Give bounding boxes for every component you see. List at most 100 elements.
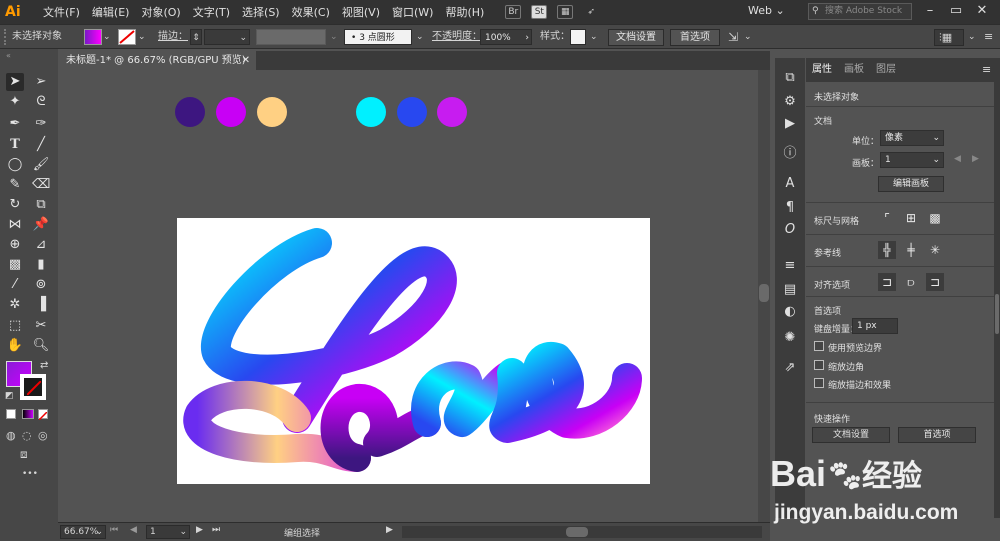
keyboard-increment-input[interactable]: 1 px [852, 318, 898, 334]
scroll-thumb[interactable] [759, 284, 769, 302]
hand-tool-icon[interactable]: ✋ [6, 337, 24, 355]
menu-view[interactable]: 视图(V) [336, 4, 386, 20]
shaper-tool-icon[interactable]: ✎ [6, 176, 24, 194]
snap-to-grid-icon[interactable]: ⫐ [902, 273, 920, 291]
opacity-input[interactable]: 100% › [480, 29, 532, 45]
workspace-switcher[interactable]: Web ⌄ [748, 4, 796, 20]
horizontal-scrollbar[interactable] [402, 526, 762, 538]
eyedropper-tool-icon[interactable]: ⁄ [6, 276, 24, 294]
stock-search-input[interactable]: ⚲ 搜索 Adobe Stock [808, 3, 912, 20]
menu-edit[interactable]: 编辑(E) [86, 4, 136, 20]
none-mode-icon[interactable] [38, 409, 48, 421]
lock-guides-icon[interactable]: ╪ [902, 241, 920, 259]
export-icon[interactable]: ⇗ [782, 360, 798, 376]
direct-selection-tool-icon[interactable]: ➢ [32, 73, 50, 91]
transparency-icon[interactable]: ◐ [782, 304, 798, 320]
perspective-grid-tool-icon[interactable]: ⊿ [32, 236, 50, 254]
color-mode-icon[interactable] [6, 409, 16, 419]
menu-type[interactable]: 文字(T) [187, 4, 236, 20]
menu-window[interactable]: 窗口(W) [386, 4, 439, 20]
artboard[interactable] [177, 218, 650, 484]
brush-definition[interactable]: • 3 点圆形 [344, 29, 412, 45]
column-graph-tool-icon[interactable]: ▐ [32, 296, 50, 314]
units-select[interactable]: 像素 ⌄ [880, 130, 944, 146]
fill-swatch[interactable] [84, 29, 102, 45]
collapse-arrows-icon[interactable]: « [0, 51, 58, 63]
snap-to-pixel-icon[interactable]: ⊐ [926, 273, 944, 291]
chevron-down-icon[interactable]: ⌄ [968, 29, 976, 45]
bridge-icon[interactable]: Br [505, 5, 522, 19]
grid-icon[interactable]: ⊞ [902, 209, 920, 227]
ellipse-tool-icon[interactable]: ◯ [6, 156, 24, 174]
selection-tool-icon[interactable]: ➤ [6, 73, 24, 91]
tab-properties[interactable]: 属性 [812, 58, 832, 82]
snap-to-point-icon[interactable]: ⊐ [878, 273, 896, 291]
arrange-documents-icon[interactable]: ▦ [557, 5, 574, 19]
zoom-tool-icon[interactable]: 🔍︎ [32, 337, 50, 355]
pen-tool-icon[interactable]: ✒ [6, 115, 24, 133]
last-artboard-icon[interactable]: ⏭ [212, 525, 220, 535]
symbol-sprayer-tool-icon[interactable]: ✲ [6, 296, 24, 314]
more-tools-icon[interactable]: ••• [22, 469, 38, 479]
menu-file[interactable]: 文件(F) [37, 4, 86, 20]
artboard-select[interactable]: 1 ⌄ [880, 152, 944, 168]
align-options-icon[interactable]: ⇲ [728, 29, 738, 45]
document-tab[interactable]: 未标题-1* @ 66.67% (RGB/GPU 预览) ✕ [58, 51, 256, 70]
chevron-down-icon[interactable]: ⌄ [103, 29, 111, 45]
next-artboard-icon[interactable]: ▶ [972, 154, 979, 164]
zoom-level-input[interactable]: 66.67% ⌄ [60, 525, 106, 539]
chevron-down-icon[interactable]: ⌄ [744, 29, 752, 45]
appearance-icon[interactable]: ✺ [782, 330, 798, 346]
mesh-tool-icon[interactable]: ▩ [6, 256, 24, 274]
info-icon[interactable]: ⓘ [782, 146, 798, 162]
draw-inside-icon[interactable]: ◎ [38, 429, 48, 442]
quick-document-setup-button[interactable]: 文档设置 [812, 427, 890, 443]
transform-icon[interactable]: ⧉ [782, 70, 798, 86]
stroke-color-box[interactable] [20, 374, 46, 400]
gradient-mode-icon[interactable] [22, 409, 34, 419]
variable-width-profile[interactable] [256, 29, 326, 45]
magic-wand-tool-icon[interactable]: ✦ [6, 93, 24, 111]
stroke-label[interactable]: 描边： [158, 29, 188, 45]
menu-help[interactable]: 帮助(H) [439, 4, 490, 20]
transparency-grid-icon[interactable]: ▩ [926, 209, 944, 227]
graphic-style-swatch[interactable] [570, 29, 586, 45]
edit-artboards-button[interactable]: 编辑画板 [878, 176, 944, 192]
eraser-tool-icon[interactable]: ⌫ [32, 176, 50, 194]
paintbrush-tool-icon[interactable]: 🖌 [32, 156, 50, 174]
use-preview-bounds-checkbox[interactable] [814, 341, 824, 351]
menu-object[interactable]: 对象(O) [135, 4, 186, 20]
scale-corners-checkbox[interactable] [814, 360, 824, 370]
document-setup-button[interactable]: 文档设置 [608, 29, 664, 46]
color-swatch-4[interactable] [356, 97, 386, 127]
smart-guides-icon[interactable]: ✳ [926, 241, 944, 259]
gradient-tool-icon[interactable]: ▮ [32, 256, 50, 274]
stock-icon[interactable]: St [531, 5, 548, 19]
minimize-button[interactable]: – [922, 3, 938, 19]
menu-effect[interactable]: 效果(C) [286, 4, 336, 20]
stroke-swatch[interactable] [118, 29, 136, 45]
chevron-down-icon[interactable]: ⌄ [416, 29, 424, 45]
panel-menu-icon[interactable]: ≡ [982, 58, 991, 82]
width-tool-icon[interactable]: ⋈ [6, 216, 24, 234]
artboard-tool-icon[interactable]: ⬚ [6, 317, 24, 335]
color-swatch-5[interactable] [397, 97, 427, 127]
canvas[interactable] [58, 70, 758, 522]
previous-artboard-icon[interactable]: ◀ [130, 525, 137, 535]
type-tool-icon[interactable]: T [6, 136, 24, 154]
color-swatch-3[interactable] [257, 97, 287, 127]
scroll-thumb[interactable] [995, 294, 999, 334]
color-swatch-6[interactable] [437, 97, 467, 127]
line-segment-tool-icon[interactable]: ╱ [32, 136, 50, 154]
swap-fill-stroke-icon[interactable]: ⇄ [40, 360, 48, 371]
blend-tool-icon[interactable]: ⊚ [32, 276, 50, 294]
panel-menu-icon[interactable]: ≡ [984, 29, 993, 45]
stroke-panel-icon[interactable]: ≡ [782, 258, 798, 274]
actions-play-icon[interactable]: ▶ [782, 116, 798, 132]
rotate-tool-icon[interactable]: ↻ [6, 196, 24, 214]
status-menu-icon[interactable]: ▶ [386, 525, 393, 535]
screen-mode-icon[interactable]: ⧈ [20, 447, 28, 462]
color-swatch-2[interactable] [216, 97, 246, 127]
character-icon[interactable]: A [782, 176, 798, 192]
next-artboard-icon[interactable]: ▶ [196, 525, 203, 535]
